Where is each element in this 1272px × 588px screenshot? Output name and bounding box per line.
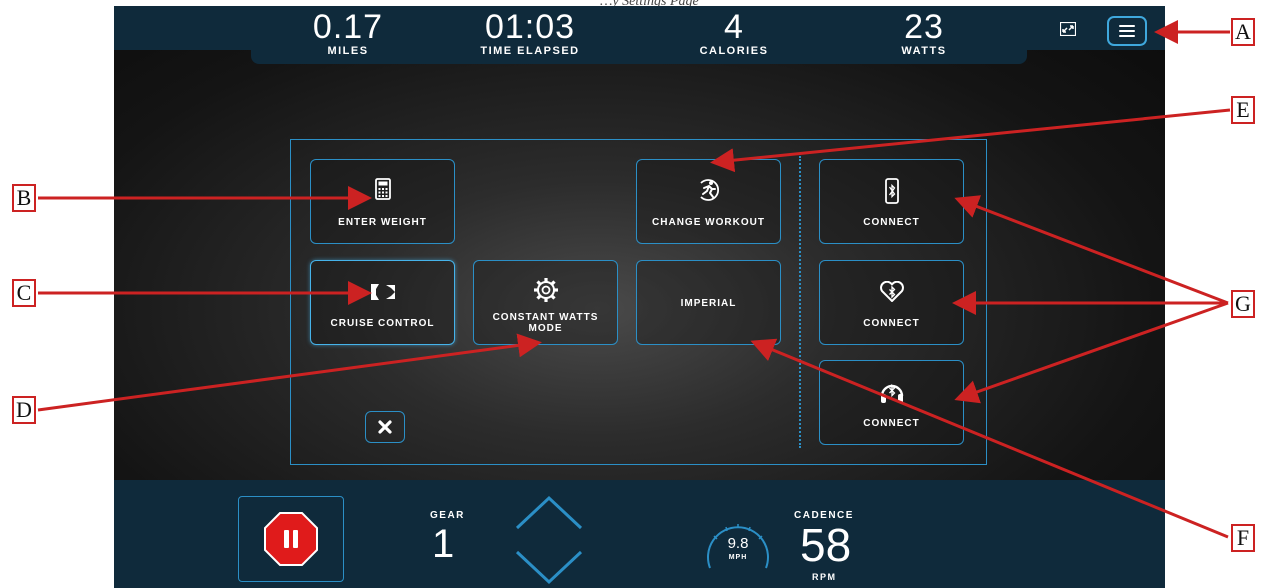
stat-time-elapsed: 01:03 TIME ELAPSED [440, 10, 620, 57]
stat-calories: 4 CALORIES [644, 10, 824, 57]
stat-value: 4 [724, 8, 744, 46]
calculator-icon [374, 178, 391, 200]
stat-value: 01:03 [484, 8, 576, 46]
constant-watts-mode-button[interactable]: CONSTANT WATTS MODE [473, 260, 618, 345]
connect-phone-button[interactable]: CONNECT [819, 159, 964, 244]
callout-a: A [1231, 18, 1255, 46]
callout-b: B [12, 184, 36, 212]
tile-label: CHANGE WORKOUT [652, 217, 765, 228]
tile-label: CONNECT [863, 217, 920, 228]
cadence-value: 58 [800, 519, 852, 571]
close-button[interactable] [365, 411, 405, 443]
stat-miles: 0.17 MILES [258, 10, 438, 57]
menu-icon [1119, 25, 1135, 27]
stat-label: WATTS [901, 45, 947, 57]
tile-label: IMPERIAL [680, 298, 737, 309]
menu-icon-bar [1119, 35, 1135, 37]
callout-c: C [12, 279, 36, 307]
fullscreen-icon[interactable] [1060, 22, 1076, 36]
stat-value: 0.17 [312, 8, 384, 46]
bluetooth-headphones-icon [880, 383, 903, 403]
panel-divider [799, 156, 801, 448]
tile-label: CRUISE CONTROL [330, 318, 435, 329]
cadence-unit: RPM [812, 572, 837, 582]
chevron-up-icon[interactable] [514, 494, 584, 532]
enter-weight-button[interactable]: ENTER WEIGHT [310, 159, 455, 244]
chevron-down-icon[interactable] [514, 548, 584, 586]
stat-label: TIME ELAPSED [480, 45, 580, 57]
callout-d: D [12, 396, 36, 424]
stat-label: MILES [327, 45, 369, 57]
speedometer: 9.8 MPH [702, 518, 774, 574]
stat-label: CALORIES [699, 45, 769, 57]
bluetooth-heart-icon [879, 281, 904, 302]
tile-label: CONNECT [863, 418, 920, 429]
menu-button[interactable] [1107, 16, 1147, 46]
workout-runner-icon [699, 179, 719, 201]
gear-value: 1 [432, 522, 455, 566]
tile-label: ENTER WEIGHT [338, 217, 427, 228]
speed-unit: MPH [728, 554, 748, 561]
menu-icon-bar [1119, 30, 1135, 32]
speed-value: 9.8 [727, 535, 749, 552]
units-imperial-button[interactable]: IMPERIAL [636, 260, 781, 345]
stop-button[interactable] [238, 496, 344, 582]
connect-headphones-button[interactable]: CONNECT [819, 360, 964, 445]
bike-console-screen: 0.17 MILES 01:03 TIME ELAPSED 4 CALORIES… [114, 6, 1165, 588]
gear-cog-icon [533, 278, 558, 302]
tile-label: CONSTANT WATTS MODE [492, 312, 599, 334]
stat-value: 23 [904, 8, 944, 46]
stat-watts: 23 WATTS [834, 10, 1014, 57]
cruise-control-icon [370, 284, 395, 300]
change-workout-button[interactable]: CHANGE WORKOUT [636, 159, 781, 244]
callout-e: E [1231, 96, 1255, 124]
annotated-screenshot: …y Settings Page 0.17 MILES 01:03 TIME E… [0, 0, 1272, 588]
callout-g: G [1231, 290, 1255, 318]
bluetooth-phone-icon [884, 178, 899, 204]
pause-stop-icon [264, 512, 318, 566]
callout-f: F [1231, 524, 1255, 552]
bottom-control-bar: GEAR 1 9.8 MPH CADENCE 58 RPM [114, 480, 1165, 588]
close-icon [378, 420, 392, 434]
cruise-control-button[interactable]: CRUISE CONTROL [310, 260, 455, 345]
connect-heart-rate-button[interactable]: CONNECT [819, 260, 964, 345]
tile-label: CONNECT [863, 318, 920, 329]
gear-label: GEAR [430, 510, 465, 521]
